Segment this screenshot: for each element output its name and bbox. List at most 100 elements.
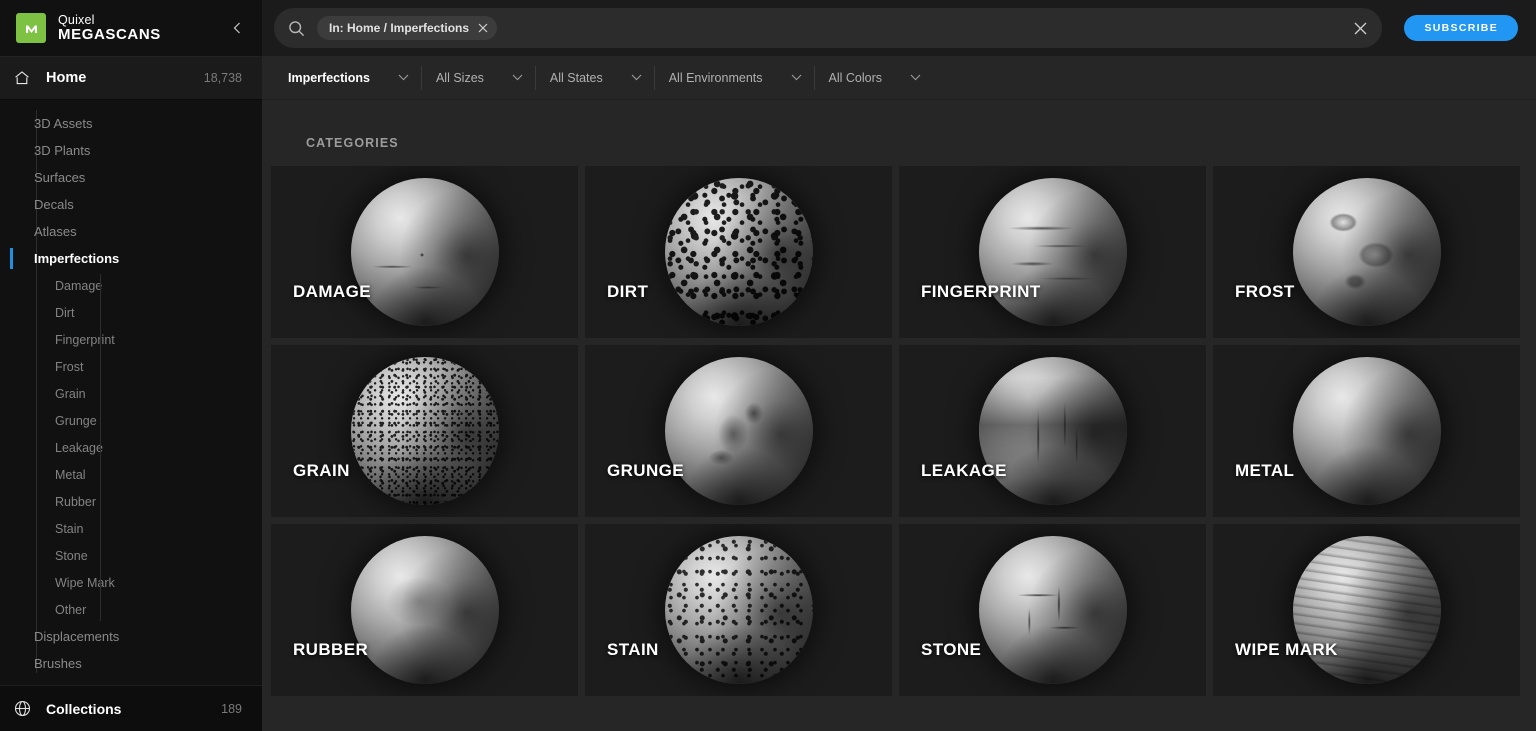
sidebar-subitem-wipe-mark[interactable]: Wipe Mark xyxy=(0,569,262,596)
chevron-down-icon xyxy=(910,74,921,81)
home-label: Home xyxy=(46,70,87,86)
brand-name-megascans: MEGASCANS xyxy=(58,26,161,44)
sidebar-subitem-grunge[interactable]: Grunge xyxy=(0,407,262,434)
chevron-left-icon[interactable] xyxy=(231,22,244,35)
sidebar-item-label: Displacements xyxy=(34,629,120,644)
sidebar-subitem-fingerprint[interactable]: Fingerprint xyxy=(0,326,262,353)
home-count: 18,738 xyxy=(203,71,242,85)
clear-search-icon[interactable] xyxy=(1347,21,1374,36)
category-card[interactable]: STONE xyxy=(899,524,1206,696)
filter-category[interactable]: Imperfections xyxy=(274,65,422,90)
sphere-shape xyxy=(350,357,499,505)
category-preview-sphere xyxy=(350,536,499,684)
close-icon[interactable] xyxy=(478,23,488,33)
main-area: In: Home / Imperfections SUBSCRIBE Imper… xyxy=(262,0,1536,731)
sidebar-subitem-leakage[interactable]: Leakage xyxy=(0,434,262,461)
sidebar-subitem-label: Stain xyxy=(55,521,84,536)
category-card-label: GRAIN xyxy=(293,461,350,480)
sidebar-item-decals[interactable]: Decals xyxy=(0,191,262,218)
sidebar-subitem-label: Fingerprint xyxy=(55,332,115,347)
sidebar-subitem-metal[interactable]: Metal xyxy=(0,461,262,488)
category-card-label: FROST xyxy=(1235,282,1295,301)
sidebar-subitem-stain[interactable]: Stain xyxy=(0,515,262,542)
category-card-label: GRUNGE xyxy=(607,461,685,480)
top-bar: In: Home / Imperfections SUBSCRIBE xyxy=(262,0,1536,56)
sphere-texture-overlay xyxy=(978,178,1127,326)
sidebar-item-label: Imperfections xyxy=(34,251,120,266)
sidebar-subitem-frost[interactable]: Frost xyxy=(0,353,262,380)
sphere-texture-overlay xyxy=(1292,357,1441,505)
category-preview-sphere xyxy=(350,178,499,326)
sidebar-subitem-other[interactable]: Other xyxy=(0,596,262,623)
sidebar-subitem-label: Grunge xyxy=(55,413,97,428)
sidebar-item-brushes[interactable]: Brushes xyxy=(0,650,262,677)
sidebar-subitem-label: Rubber xyxy=(55,494,96,509)
sidebar-subitem-stone[interactable]: Stone xyxy=(0,542,262,569)
section-title-categories: CATEGORIES xyxy=(306,136,399,150)
search-scope-chip[interactable]: In: Home / Imperfections xyxy=(317,16,498,40)
filter-states[interactable]: All States xyxy=(536,65,655,90)
sidebar-subitem-label: Dirt xyxy=(55,305,75,320)
sidebar-subitem-grain[interactable]: Grain xyxy=(0,380,262,407)
subscribe-button[interactable]: SUBSCRIBE xyxy=(1404,15,1518,41)
sphere-texture-overlay xyxy=(978,536,1127,684)
sidebar-item-atlases[interactable]: Atlases xyxy=(0,218,262,245)
category-card[interactable]: DIRT xyxy=(585,166,892,338)
filter-sizes[interactable]: All Sizes xyxy=(422,65,536,90)
sidebar-subitem-rubber[interactable]: Rubber xyxy=(0,488,262,515)
sidebar-item-displacements[interactable]: Displacements xyxy=(0,623,262,650)
content-area: CATEGORIES DAMAGE DIRT FINGERPRINT FROST GRA… xyxy=(262,100,1536,731)
search-scope-chip-label: In: Home / Imperfections xyxy=(329,21,470,35)
active-indicator xyxy=(10,248,13,269)
brand-header: Quixel MEGASCANS xyxy=(0,0,262,56)
sidebar-subitem-label: Leakage xyxy=(55,440,103,455)
sphere-texture-overlay xyxy=(664,536,813,684)
sphere-shape xyxy=(664,357,813,505)
search-icon xyxy=(288,20,305,37)
category-card-label: LEAKAGE xyxy=(921,461,1007,480)
category-card[interactable]: DAMAGE xyxy=(271,166,578,338)
category-card-label: WIPE MARK xyxy=(1235,640,1338,659)
category-card[interactable]: STAIN xyxy=(585,524,892,696)
sphere-shape xyxy=(664,178,813,326)
category-card[interactable]: GRAIN xyxy=(271,345,578,517)
sidebar-item-3d-assets[interactable]: 3D Assets xyxy=(0,110,262,137)
sidebar-item-imperfections[interactable]: Imperfections xyxy=(0,245,262,272)
search-bar[interactable]: In: Home / Imperfections xyxy=(274,8,1383,48)
filter-label: All Sizes xyxy=(435,70,484,85)
sphere-shape xyxy=(350,536,499,684)
category-card[interactable]: FINGERPRINT xyxy=(899,166,1206,338)
filter-environments[interactable]: All Environments xyxy=(655,65,815,90)
category-preview-sphere xyxy=(664,536,813,684)
sidebar-item-collections[interactable]: Collections 189 xyxy=(0,685,262,731)
chevron-down-icon xyxy=(398,74,409,81)
sidebar-item-3d-plants[interactable]: 3D Plants xyxy=(0,137,262,164)
sidebar-item-surfaces[interactable]: Surfaces xyxy=(0,164,262,191)
sidebar-subitem-damage[interactable]: Damage xyxy=(0,272,262,299)
sidebar-subitem-label: Stone xyxy=(55,548,88,563)
sphere-texture-overlay xyxy=(1292,178,1441,326)
sphere-shape xyxy=(1292,178,1441,326)
category-preview-sphere xyxy=(978,536,1127,684)
sidebar-item-label: Atlases xyxy=(34,224,77,239)
sidebar-subitem-dirt[interactable]: Dirt xyxy=(0,299,262,326)
sidebar-subitem-label: Other xyxy=(55,602,87,617)
sphere-shape xyxy=(1292,536,1441,684)
sidebar: Quixel MEGASCANS Home 18,738 3D Assets 3… xyxy=(0,0,262,731)
sphere-shape xyxy=(350,178,499,326)
category-card[interactable]: FROST xyxy=(1213,166,1520,338)
filter-label: Imperfections xyxy=(288,70,370,85)
sidebar-item-home[interactable]: Home 18,738 xyxy=(0,56,262,100)
category-card[interactable]: RUBBER xyxy=(271,524,578,696)
category-card[interactable]: WIPE MARK xyxy=(1213,524,1520,696)
sidebar-subitem-label: Grain xyxy=(55,386,86,401)
sidebar-subitem-label: Frost xyxy=(55,359,84,374)
filter-colors[interactable]: All Colors xyxy=(815,66,934,90)
filter-bar: Imperfections All Sizes All States All E… xyxy=(262,56,1536,100)
category-card[interactable]: GRUNGE xyxy=(585,345,892,517)
category-card[interactable]: LEAKAGE xyxy=(899,345,1206,517)
category-card-label: METAL xyxy=(1235,461,1295,480)
filter-label: All Colors xyxy=(828,70,883,85)
category-card[interactable]: METAL xyxy=(1213,345,1520,517)
search-input[interactable] xyxy=(497,20,1348,36)
